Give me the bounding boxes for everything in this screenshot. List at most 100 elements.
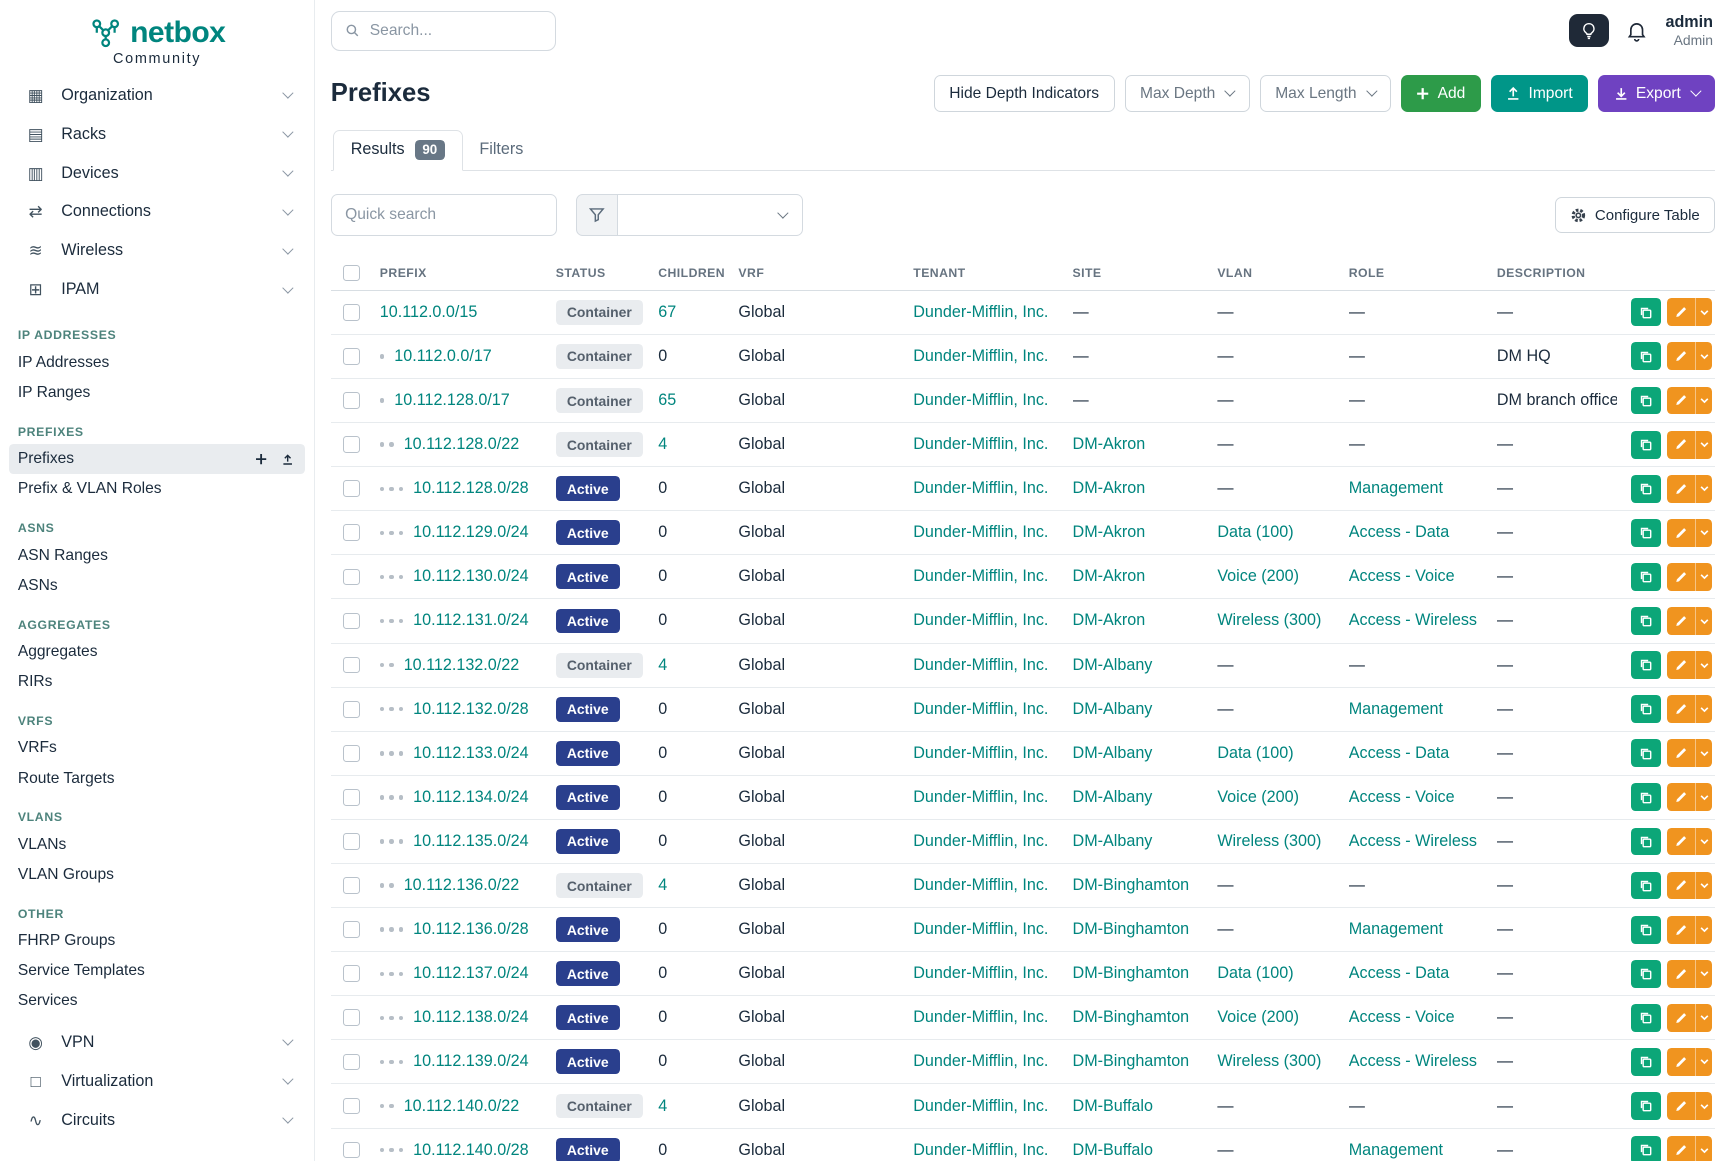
edit-dropdown-button[interactable] <box>1695 298 1712 326</box>
tenant-link[interactable]: Dunder-Mifflin, Inc. <box>913 700 1048 718</box>
edit-dropdown-button[interactable] <box>1695 960 1712 988</box>
saved-filter-select[interactable] <box>617 194 803 236</box>
vlan-link[interactable]: Wireless (300) <box>1217 832 1321 850</box>
edit-dropdown-button[interactable] <box>1695 1048 1712 1076</box>
theme-toggle-button[interactable] <box>1569 14 1609 47</box>
sidebar-item-racks[interactable]: ▤Racks <box>0 115 314 154</box>
prefix-link[interactable]: 10.112.138.0/24 <box>413 1008 528 1026</box>
search-input[interactable] <box>370 22 542 40</box>
filter-button[interactable] <box>576 194 617 236</box>
site-link[interactable]: DM-Albany <box>1073 832 1153 850</box>
edit-button[interactable] <box>1667 1092 1695 1120</box>
edit-dropdown-button[interactable] <box>1695 1136 1712 1160</box>
add-button[interactable]: Add <box>1401 75 1481 113</box>
tenant-link[interactable]: Dunder-Mifflin, Inc. <box>913 347 1048 365</box>
row-checkbox[interactable] <box>343 480 360 497</box>
sidebar-item-ipam[interactable]: ⊞IPAM <box>0 270 314 309</box>
edit-button[interactable] <box>1667 695 1695 723</box>
site-link[interactable]: DM-Buffalo <box>1073 1141 1153 1159</box>
row-checkbox[interactable] <box>343 569 360 586</box>
prefix-link[interactable]: 10.112.139.0/24 <box>413 1052 528 1070</box>
vlan-link[interactable]: Wireless (300) <box>1217 611 1321 629</box>
role-link[interactable]: Access - Wireless <box>1349 1052 1477 1070</box>
column-header-children[interactable]: CHILDREN <box>658 266 738 280</box>
site-link[interactable]: DM-Akron <box>1073 567 1146 585</box>
sidebar-item-ip-ranges[interactable]: IP Ranges <box>0 378 314 408</box>
edit-dropdown-button[interactable] <box>1695 739 1712 767</box>
site-link[interactable]: DM-Albany <box>1073 744 1153 762</box>
role-link[interactable]: Management <box>1349 479 1443 497</box>
sidebar-item-asns[interactable]: ASNs <box>0 571 314 601</box>
prefix-link[interactable]: 10.112.128.0/17 <box>394 391 509 409</box>
edit-dropdown-button[interactable] <box>1695 1004 1712 1032</box>
row-checkbox[interactable] <box>343 833 360 850</box>
edit-button[interactable] <box>1667 739 1695 767</box>
edit-button[interactable] <box>1667 519 1695 547</box>
tenant-link[interactable]: Dunder-Mifflin, Inc. <box>913 1141 1048 1159</box>
site-link[interactable]: DM-Binghamton <box>1073 920 1190 938</box>
row-checkbox[interactable] <box>343 304 360 321</box>
role-link[interactable]: Access - Data <box>1349 964 1449 982</box>
sidebar-item-rirs[interactable]: RIRs <box>0 667 314 697</box>
copy-button[interactable] <box>1631 431 1661 459</box>
sidebar-item-service-templates[interactable]: Service Templates <box>0 956 314 986</box>
edit-dropdown-button[interactable] <box>1695 387 1712 415</box>
sidebar-item-vlans[interactable]: VLANs <box>0 830 314 860</box>
edit-dropdown-button[interactable] <box>1695 475 1712 503</box>
prefix-link[interactable]: 10.112.136.0/22 <box>404 876 519 894</box>
edit-dropdown-button[interactable] <box>1695 916 1712 944</box>
prefix-link[interactable]: 10.112.133.0/24 <box>413 744 528 762</box>
tenant-link[interactable]: Dunder-Mifflin, Inc. <box>913 744 1048 762</box>
sidebar-item-vpn[interactable]: ◉VPN <box>0 1023 314 1062</box>
prefix-link[interactable]: 10.112.134.0/24 <box>413 788 528 806</box>
row-checkbox[interactable] <box>343 789 360 806</box>
tenant-link[interactable]: Dunder-Mifflin, Inc. <box>913 611 1048 629</box>
edit-dropdown-button[interactable] <box>1695 519 1712 547</box>
notifications-bell-icon[interactable] <box>1625 19 1648 42</box>
sidebar-item-ip-addresses[interactable]: IP Addresses <box>0 348 314 378</box>
edit-button[interactable] <box>1667 607 1695 635</box>
children-count-link[interactable]: 4 <box>658 435 667 453</box>
prefix-link[interactable]: 10.112.128.0/28 <box>413 479 528 497</box>
sidebar-item-aggregates[interactable]: Aggregates <box>0 637 314 667</box>
copy-button[interactable] <box>1631 916 1661 944</box>
tenant-link[interactable]: Dunder-Mifflin, Inc. <box>913 435 1048 453</box>
tenant-link[interactable]: Dunder-Mifflin, Inc. <box>913 567 1048 585</box>
copy-button[interactable] <box>1631 1092 1661 1120</box>
tenant-link[interactable]: Dunder-Mifflin, Inc. <box>913 964 1048 982</box>
copy-button[interactable] <box>1631 695 1661 723</box>
tab-filters[interactable]: Filters <box>463 130 540 170</box>
copy-button[interactable] <box>1631 387 1661 415</box>
sidebar-item-connections[interactable]: ⇄Connections <box>0 193 314 232</box>
export-button[interactable]: Export <box>1598 75 1715 113</box>
edit-button[interactable] <box>1667 563 1695 591</box>
edit-button[interactable] <box>1667 431 1695 459</box>
tenant-link[interactable]: Dunder-Mifflin, Inc. <box>913 788 1048 806</box>
user-menu[interactable]: admin Admin <box>1665 12 1713 50</box>
quick-search-input[interactable] <box>331 194 557 236</box>
column-header-site[interactable]: SITE <box>1073 266 1218 280</box>
row-checkbox[interactable] <box>343 1009 360 1026</box>
quick-add-button[interactable] <box>255 453 267 465</box>
copy-button[interactable] <box>1631 519 1661 547</box>
children-count-link[interactable]: 4 <box>658 876 667 894</box>
prefix-link[interactable]: 10.112.135.0/24 <box>413 832 528 850</box>
edit-dropdown-button[interactable] <box>1695 828 1712 856</box>
max-length-dropdown[interactable]: Max Length <box>1260 75 1391 113</box>
prefix-link[interactable]: 10.112.0.0/17 <box>394 347 492 365</box>
edit-dropdown-button[interactable] <box>1695 872 1712 900</box>
column-header-tenant[interactable]: TENANT <box>913 266 1072 280</box>
row-checkbox[interactable] <box>343 921 360 938</box>
sidebar-item-route-targets[interactable]: Route Targets <box>0 764 314 794</box>
tenant-link[interactable]: Dunder-Mifflin, Inc. <box>913 920 1048 938</box>
prefix-link[interactable]: 10.112.132.0/28 <box>413 700 528 718</box>
column-header-role[interactable]: ROLE <box>1349 266 1497 280</box>
site-link[interactable]: DM-Buffalo <box>1073 1097 1153 1115</box>
vlan-link[interactable]: Voice (200) <box>1217 567 1299 585</box>
column-header-description[interactable]: DESCRIPTION <box>1497 266 1617 280</box>
sidebar-item-services[interactable]: Services <box>0 986 314 1016</box>
row-checkbox[interactable] <box>343 1054 360 1071</box>
site-link[interactable]: DM-Albany <box>1073 656 1153 674</box>
row-checkbox[interactable] <box>343 348 360 365</box>
row-checkbox[interactable] <box>343 1098 360 1115</box>
